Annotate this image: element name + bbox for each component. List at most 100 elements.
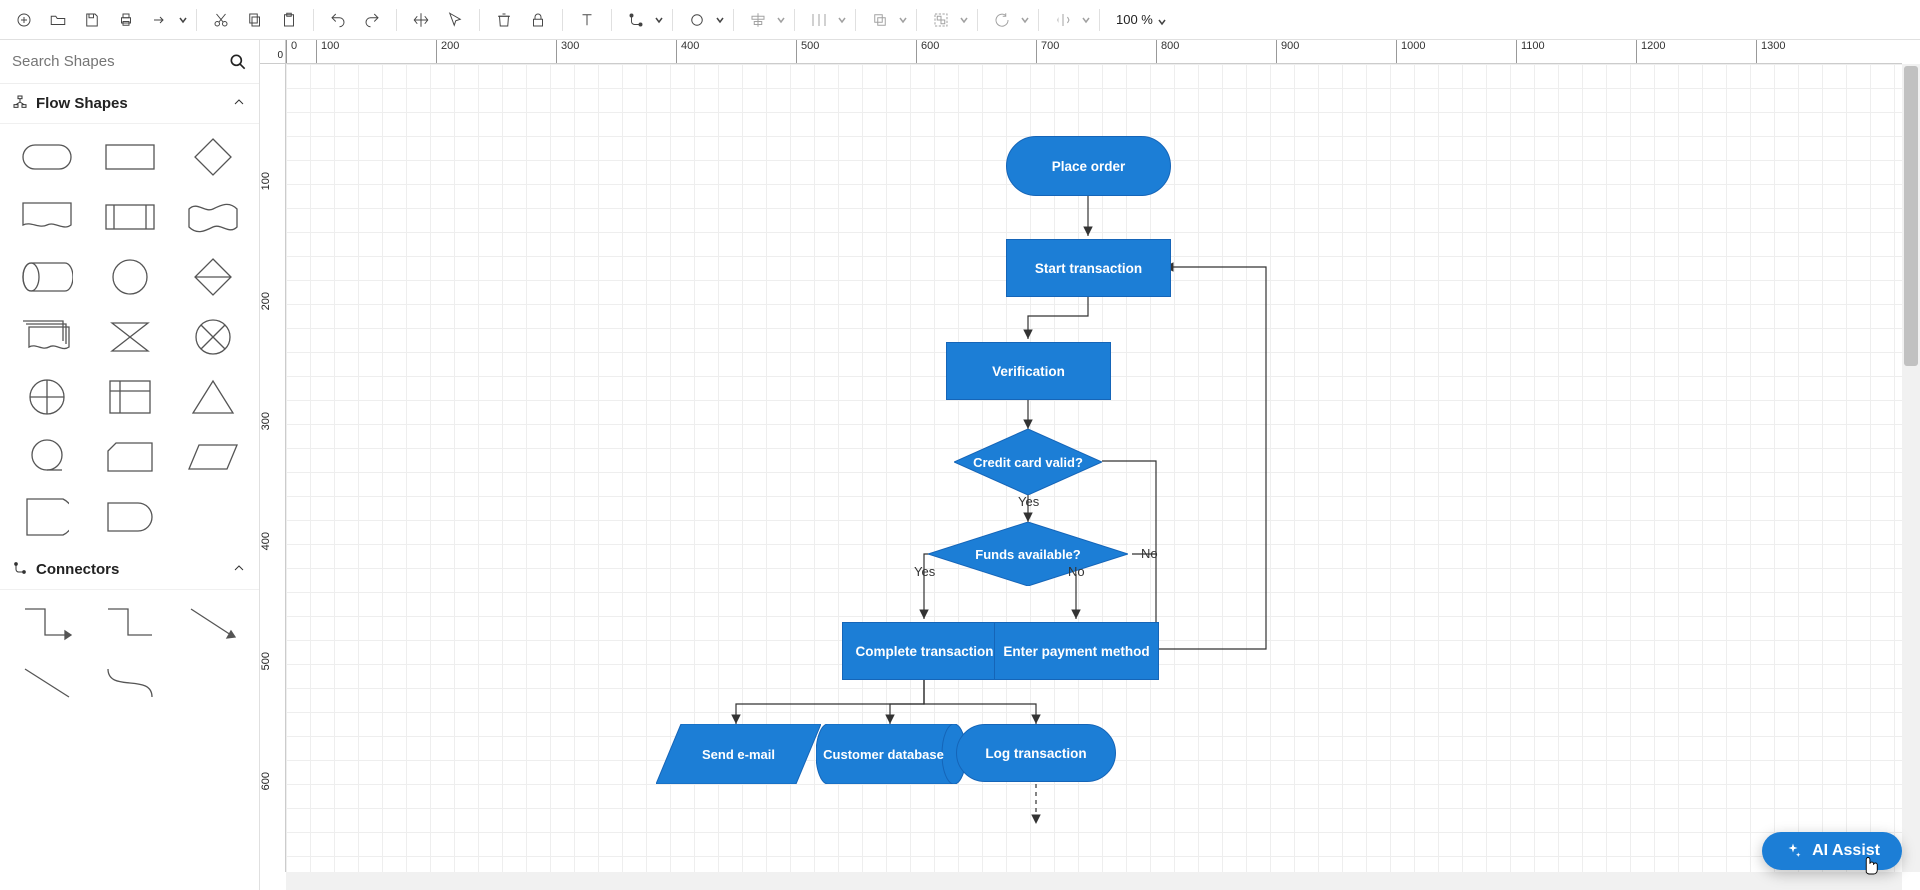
open-icon[interactable] [42, 4, 74, 36]
connectors-palette [0, 590, 259, 716]
shape-paper-tape[interactable] [178, 194, 247, 240]
sparkle-icon [1784, 842, 1802, 860]
export-icon[interactable] [144, 4, 176, 36]
chevron-up-icon [231, 94, 247, 114]
edge-label-yes: Yes [914, 564, 935, 579]
shape-predefined[interactable] [95, 194, 164, 240]
node-place-order[interactable]: Place order [1006, 136, 1171, 196]
flow-shapes-label: Flow Shapes [36, 95, 128, 112]
shape-document[interactable] [12, 194, 81, 240]
vertical-scrollbar[interactable] [1902, 64, 1920, 872]
align-dropdown-icon[interactable] [776, 15, 786, 25]
rotate-icon[interactable] [986, 4, 1018, 36]
shape-annotation[interactable] [12, 494, 81, 540]
connector-straight-arrow[interactable] [178, 600, 247, 646]
horizontal-scrollbar[interactable] [286, 872, 1902, 890]
undo-icon[interactable] [322, 4, 354, 36]
shape-summing[interactable] [178, 314, 247, 360]
shape-connector-circle[interactable] [95, 254, 164, 300]
ruler-tick: 1300 [1756, 40, 1876, 63]
node-funds-available[interactable]: Funds available? [928, 522, 1128, 586]
shape-terminator[interactable] [12, 134, 81, 180]
distribute-dropdown-icon[interactable] [837, 15, 847, 25]
ruler-tick: 1000 [1396, 40, 1516, 63]
sidebar: Flow Shapes Connect [0, 40, 260, 890]
connector-bezier[interactable] [95, 660, 164, 706]
shape-multidoc[interactable] [12, 314, 81, 360]
ruler-origin: 0 [260, 40, 286, 64]
diagram-canvas[interactable]: Place order Start transaction Verificati… [286, 64, 1902, 872]
delete-icon[interactable] [488, 4, 520, 36]
connectors-header[interactable]: Connectors [0, 550, 259, 590]
search-icon[interactable] [227, 51, 249, 73]
lock-icon[interactable] [522, 4, 554, 36]
ruler-tick: 400 [676, 40, 796, 63]
node-customer-db[interactable]: Customer database [816, 724, 966, 784]
ruler-tick: 100 [316, 40, 436, 63]
shape-data[interactable] [178, 434, 247, 480]
ruler-tick: 800 [1156, 40, 1276, 63]
shape-tool-icon[interactable] [681, 4, 713, 36]
group-dropdown-icon[interactable] [959, 15, 969, 25]
node-start-transaction[interactable]: Start transaction [1006, 239, 1171, 297]
text-icon[interactable] [571, 4, 603, 36]
flip-dropdown-icon[interactable] [1081, 15, 1091, 25]
shape-direct-data[interactable] [12, 254, 81, 300]
order-dropdown-icon[interactable] [898, 15, 908, 25]
save-icon[interactable] [76, 4, 108, 36]
edge-label-yes: Yes [1018, 494, 1039, 509]
connector-ortho[interactable] [95, 600, 164, 646]
shape-sequential-access[interactable] [12, 434, 81, 480]
shape-card[interactable] [95, 434, 164, 480]
ruler-tick: 600 [260, 772, 286, 790]
shape-extract[interactable] [178, 374, 247, 420]
ai-assist-button[interactable]: AI Assist [1762, 832, 1902, 870]
ruler-tick: 400 [260, 532, 286, 550]
chevron-up-icon [231, 560, 247, 580]
horizontal-ruler: 0 100 200 300 400 500 600 700 800 900 10… [286, 40, 1902, 64]
shape-decision[interactable] [178, 134, 247, 180]
flow-shapes-header[interactable]: Flow Shapes [0, 84, 259, 124]
pointer-icon[interactable] [439, 4, 471, 36]
shape-collate[interactable] [95, 314, 164, 360]
ruler-tick: 100 [260, 172, 286, 190]
redo-icon[interactable] [356, 4, 388, 36]
node-credit-valid[interactable]: Credit card valid? [954, 429, 1102, 495]
rotate-dropdown-icon[interactable] [1020, 15, 1030, 25]
export-dropdown-icon[interactable] [178, 15, 188, 25]
edge-label-no: No [1068, 564, 1085, 579]
pan-icon[interactable] [405, 4, 437, 36]
print-icon[interactable] [110, 4, 142, 36]
edge-label-no: No [1141, 546, 1158, 561]
shape-internal-storage[interactable] [95, 374, 164, 420]
node-verification[interactable]: Verification [946, 342, 1111, 400]
flip-icon[interactable] [1047, 4, 1079, 36]
connector-straight[interactable] [12, 660, 81, 706]
node-log-transaction[interactable]: Log transaction [956, 724, 1116, 782]
vertical-ruler: 100 200 300 400 500 600 [260, 64, 286, 872]
connector-ortho-arrow[interactable] [12, 600, 81, 646]
ai-assist-label: AI Assist [1812, 842, 1880, 860]
new-icon[interactable] [8, 4, 40, 36]
paste-icon[interactable] [273, 4, 305, 36]
shape-sort[interactable] [178, 254, 247, 300]
group-icon[interactable] [925, 4, 957, 36]
connector-dropdown-icon[interactable] [654, 15, 664, 25]
shape-dropdown-icon[interactable] [715, 15, 725, 25]
ruler-tick: 300 [260, 412, 286, 430]
search-input[interactable] [10, 52, 227, 71]
shape-process[interactable] [95, 134, 164, 180]
zoom-control[interactable]: 100 % [1116, 12, 1167, 27]
align-icon[interactable] [742, 4, 774, 36]
cut-icon[interactable] [205, 4, 237, 36]
order-icon[interactable] [864, 4, 896, 36]
distribute-icon[interactable] [803, 4, 835, 36]
shape-delay[interactable] [95, 494, 164, 540]
shape-or[interactable] [12, 374, 81, 420]
node-send-email[interactable]: Send e-mail [656, 724, 821, 784]
node-enter-payment[interactable]: Enter payment method [994, 622, 1159, 680]
copy-icon[interactable] [239, 4, 271, 36]
search-box [0, 40, 259, 84]
connector-tool-icon[interactable] [620, 4, 652, 36]
node-complete-transaction[interactable]: Complete transaction [842, 622, 1007, 680]
